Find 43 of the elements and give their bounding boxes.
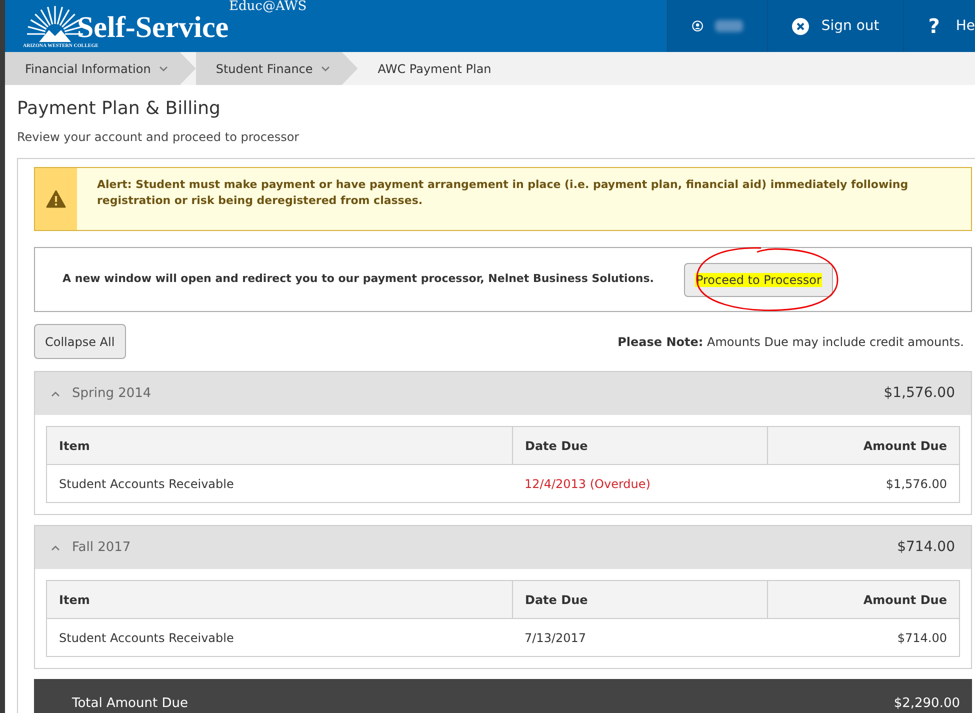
column-header: Date Due [512, 580, 768, 618]
breadcrumb-item[interactable]: AWC Payment Plan [358, 52, 520, 85]
breadcrumb-item[interactable]: Financial Information [5, 52, 196, 85]
collapse-all-button[interactable]: Collapse All [34, 324, 126, 359]
date-cell: 12/4/2013 (Overdue) [512, 464, 768, 502]
total-label: Total Amount Due [72, 695, 188, 713]
alert-text: Alert: Student must make payment or have payment arrangement in place (i.e. payment plan, financial aid) immediately following registration or risk being deregistered from classes. [96, 177, 910, 209]
table-cell: $714.00 [768, 618, 960, 656]
sign-out-button[interactable]: Sign out [767, 0, 904, 52]
column-header: Date Due [512, 426, 768, 464]
blurred-username [715, 20, 744, 32]
chevron-up-icon [51, 390, 60, 396]
total-amount: $2,290.00 [894, 695, 960, 713]
table-cell: Student Accounts Receivable [46, 464, 512, 502]
column-header: Amount Due [768, 426, 960, 464]
term-total: $714.00 [897, 538, 955, 557]
proceed-button[interactable]: Proceed to Processor [684, 262, 834, 296]
note-text: Please Note: Amounts Due may include credit amounts. [618, 334, 964, 350]
processor-message: A new window will open and redirect you to our payment processor, Nelnet Business Solutions. [62, 271, 654, 288]
date-cell: 7/13/2017 [512, 618, 768, 656]
column-header: Item [46, 580, 512, 618]
term-name: Fall 2017 [72, 538, 131, 557]
page-subtitle: Review your account and proceed to processor [17, 129, 300, 146]
close-icon [792, 18, 810, 34]
chevron-down-icon [320, 66, 330, 72]
chevron-down-icon [158, 66, 168, 72]
help-button[interactable]: ? He [903, 0, 975, 52]
table-cell: Student Accounts Receivable [46, 618, 512, 656]
user-icon [692, 18, 704, 34]
table-cell: $1,576.00 [768, 464, 960, 502]
logo-title: Self-Service [77, 14, 229, 42]
chevron-up-icon [51, 544, 60, 550]
term-header[interactable]: Spring 2014 $1,576.00 [35, 372, 971, 415]
question-icon: ? [928, 11, 940, 41]
column-header: Item [46, 426, 512, 464]
breadcrumb-item[interactable]: Student Finance [196, 52, 358, 85]
page-title: Payment Plan & Billing [17, 97, 222, 121]
column-header: Amount Due [768, 580, 960, 618]
term-name: Spring 2014 [72, 384, 152, 403]
warning-icon [46, 190, 66, 208]
term-total: $1,576.00 [884, 384, 955, 403]
term-header[interactable]: Fall 2017 $714.00 [35, 526, 971, 569]
logo-top-text: Educ@AWS [229, 0, 307, 13]
